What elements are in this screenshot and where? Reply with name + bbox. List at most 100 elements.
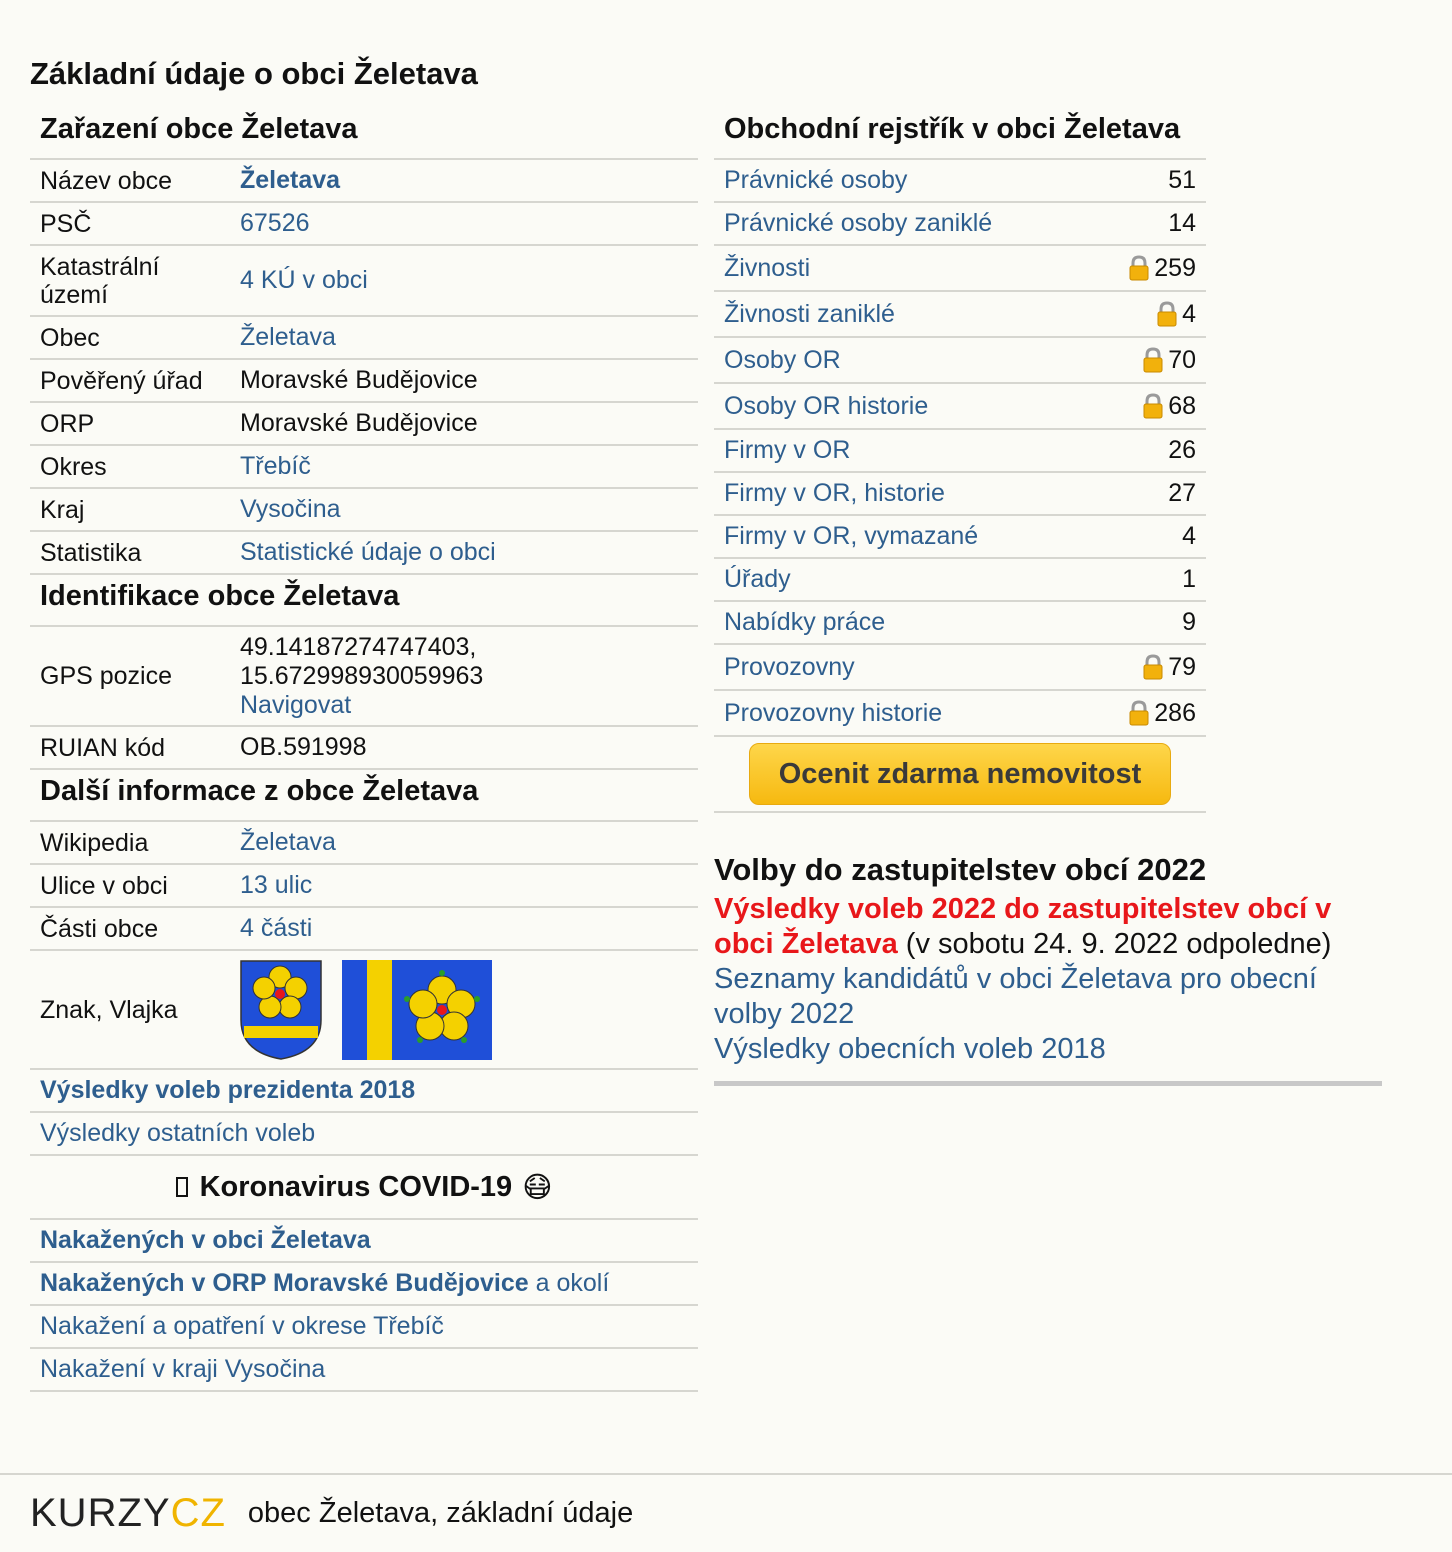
rejstrik-count-wrap: 68 (1142, 392, 1196, 421)
rejstrik-link[interactable]: Živnosti (724, 254, 810, 283)
rejstrik-row: Osoby OR 70 (714, 338, 1206, 384)
row-label: PSČ (40, 209, 92, 238)
statistika-link[interactable]: Statistické údaje o obci (240, 538, 496, 566)
rejstrik-list: Právnické osoby 51 Právnické osoby zaniklé… (714, 160, 1206, 737)
covid-heading: Koronavirus COVID-19 😷 (30, 1156, 698, 1220)
ocenit-nemovitost-button[interactable]: Ocenit zdarma nemovitost (749, 743, 1171, 805)
ulice-link[interactable]: 13 ulic (240, 871, 312, 899)
table-row: Obec Želetava (30, 317, 698, 360)
right-column: Obchodní rejstřík v obci Želetava Právni… (714, 108, 1206, 813)
rejstrik-row: Firmy v OR, vymazané 4 (714, 516, 1206, 559)
katastralni-uzemi-link[interactable]: 4 KÚ v obci (240, 266, 368, 294)
rejstrik-count-wrap: 4 (1182, 522, 1196, 551)
rejstrik-count: 79 (1168, 652, 1196, 681)
table-row: Znak, Vlajka (30, 951, 698, 1070)
covid-obec-link[interactable]: Nakažených v obci Želetava (40, 1226, 371, 1255)
rejstrik-count-wrap: 51 (1168, 166, 1196, 195)
psc-link[interactable]: 67526 (240, 209, 310, 237)
rejstrik-count: 14 (1168, 209, 1196, 237)
section-heading-zarazeni: Zařazení obce Želetava (30, 108, 698, 160)
obec-name-link[interactable]: Želetava (240, 166, 340, 194)
rejstrik-row: Firmy v OR 26 (714, 430, 1206, 473)
table-row: ORP Moravské Budějovice (30, 403, 698, 446)
footer-text: obec Želetava, základní údaje (247, 1497, 634, 1529)
section-heading-dalsi: Další informace z obce Želetava (30, 770, 698, 822)
row-label: Znak, Vlajka (40, 995, 178, 1024)
table-row: Pověřený úřad Moravské Budějovice (30, 360, 698, 403)
rejstrik-link[interactable]: Osoby OR (724, 346, 841, 375)
table-row: Statistika Statistické údaje o obci (30, 532, 698, 575)
kraj-link[interactable]: Vysočina (240, 495, 341, 523)
rejstrik-link[interactable]: Firmy v OR, historie (724, 479, 945, 508)
rejstrik-link[interactable]: Nabídky práce (724, 608, 885, 637)
row-label: GPS pozice (40, 662, 173, 690)
rejstrik-count-wrap: 4 (1156, 300, 1196, 329)
kurzy-logo[interactable]: KURZYCZ (30, 1491, 226, 1536)
rejstrik-row: Provozovny historie 286 (714, 691, 1206, 737)
casti-obce-link[interactable]: 4 části (240, 914, 312, 942)
row-label: RUIAN kód (40, 733, 166, 762)
volby-2022-section: Volby do zastupitelstev obcí 2022 Výsled… (714, 852, 1382, 1086)
table-row: Katastrální území 4 KÚ v obci (30, 246, 698, 317)
rejstrik-link[interactable]: Živnosti zaniklé (724, 300, 895, 329)
volby-2022-results: Výsledky voleb 2022 do zastupitelstev ob… (714, 892, 1382, 962)
rejstrik-count: 286 (1154, 698, 1196, 727)
rejstrik-link[interactable]: Právnické osoby (724, 166, 907, 195)
rejstrik-link[interactable]: Firmy v OR (724, 436, 850, 465)
rejstrik-row: Osoby OR historie 68 (714, 384, 1206, 430)
okres-link[interactable]: Třebíč (240, 452, 311, 480)
table-row: Výsledky voleb prezidenta 2018 (30, 1070, 698, 1113)
rejstrik-row: Živnosti 259 (714, 246, 1206, 292)
mask-face-icon: 😷 (522, 1171, 553, 1204)
row-label: Katastrální území (40, 252, 160, 309)
coat-of-arms-icon[interactable] (240, 959, 322, 1060)
rejstrik-link[interactable]: Provozovny historie (724, 699, 942, 728)
covid-kraj-link[interactable]: Nakažení v kraji Vysočina (40, 1355, 325, 1384)
vysledky-2018-link[interactable]: Výsledky obecních voleb 2018 (714, 1033, 1106, 1065)
table-row: GPS pozice 49.14187274747403, 15.6729989… (30, 627, 698, 727)
row-label: Obec (40, 323, 100, 352)
lock-icon (1157, 301, 1177, 327)
kandidati-link[interactable]: Seznamy kandidátů v obci Želetava pro ob… (714, 963, 1317, 1030)
row-value: Moravské Budějovice (240, 409, 478, 437)
gps-latitude: 49.14187274747403, (240, 632, 477, 661)
flag-icon[interactable] (342, 959, 492, 1060)
rejstrik-count-wrap: 26 (1168, 436, 1196, 465)
table-row: Kraj Vysočina (30, 489, 698, 532)
wikipedia-link[interactable]: Želetava (240, 828, 336, 856)
rejstrik-row: Provozovny 79 (714, 645, 1206, 691)
rejstrik-row: Právnické osoby 51 (714, 160, 1206, 203)
lock-icon (1129, 700, 1149, 726)
row-label: Název obce (40, 166, 173, 195)
row-label: Ulice v obci (40, 871, 168, 900)
section-heading-rejstrik: Obchodní rejstřík v obci Želetava (714, 108, 1206, 160)
row-label: Statistika (40, 538, 142, 567)
ruian-value: OB.591998 (240, 733, 367, 761)
ostatni-volby-link[interactable]: Výsledky ostatních voleb (40, 1119, 315, 1148)
covid-orp-link[interactable]: Nakažených v ORP Moravské Budějovice (40, 1269, 529, 1298)
page-title: Základní údaje o obci Želetava (30, 56, 478, 91)
covid-okres-link[interactable]: Nakažení a opatření v okrese Třebíč (40, 1312, 444, 1341)
rejstrik-link[interactable]: Provozovny (724, 653, 855, 682)
rejstrik-count-wrap: 9 (1182, 608, 1196, 637)
rejstrik-link[interactable]: Úřady (724, 565, 791, 594)
rejstrik-row: Živnosti zaniklé 4 (714, 292, 1206, 338)
covid-orp-suffix: a okolí (528, 1269, 610, 1297)
rejstrik-count-wrap: 14 (1168, 209, 1196, 238)
logo-part-a: KURZY (30, 1491, 171, 1535)
lock-icon (1129, 255, 1149, 281)
rejstrik-count: 26 (1168, 436, 1196, 464)
logo-part-b: CZ (170, 1491, 226, 1535)
obec-link[interactable]: Želetava (240, 323, 336, 351)
prezident-volby-link[interactable]: Výsledky voleb prezidenta 2018 (40, 1076, 415, 1105)
rejstrik-count: 68 (1168, 391, 1196, 420)
rejstrik-link[interactable]: Osoby OR historie (724, 392, 928, 421)
row-label: Wikipedia (40, 828, 149, 857)
navigovat-link[interactable]: Navigovat (240, 691, 351, 719)
table-row: Wikipedia Želetava (30, 822, 698, 865)
rejstrik-link[interactable]: Firmy v OR, vymazané (724, 522, 978, 551)
rejstrik-count-wrap: 286 (1128, 699, 1196, 728)
rejstrik-link[interactable]: Právnické osoby zaniklé (724, 209, 992, 238)
row-label: Okres (40, 452, 107, 481)
row-value: Moravské Budějovice (240, 366, 478, 394)
